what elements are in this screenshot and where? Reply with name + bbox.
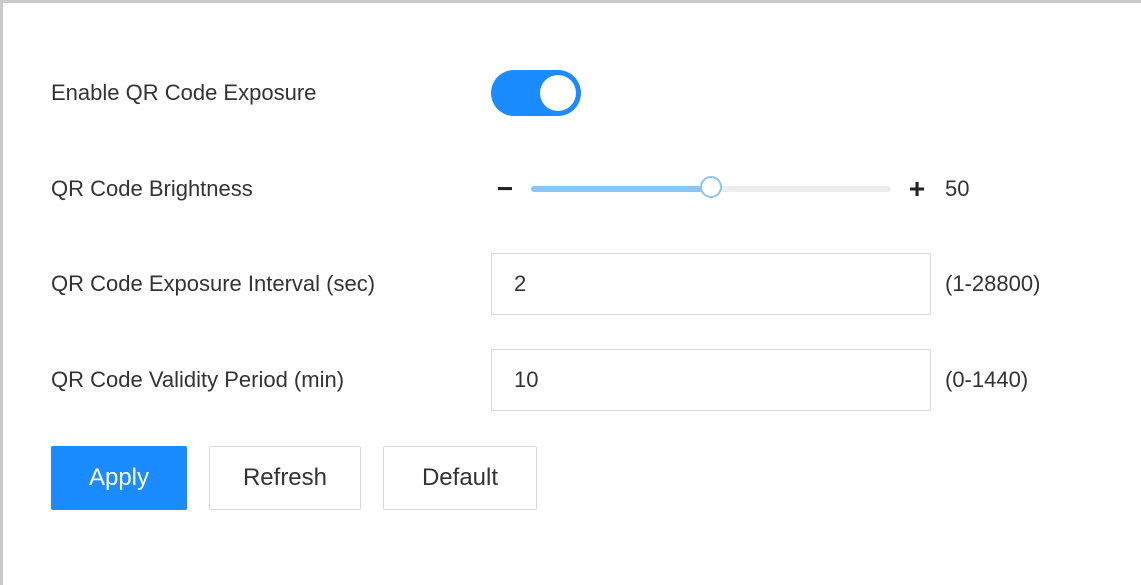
action-buttons: Apply Refresh Default bbox=[51, 446, 559, 510]
validity-period-input[interactable] bbox=[491, 349, 931, 411]
exposure-interval-label: QR Code Exposure Interval (sec) bbox=[51, 271, 376, 296]
default-button[interactable]: Default bbox=[383, 446, 537, 510]
brightness-slider: − + 50 bbox=[491, 175, 970, 203]
brightness-value: 50 bbox=[945, 176, 970, 201]
enable-exposure-label: Enable QR Code Exposure bbox=[51, 80, 317, 105]
brightness-fill bbox=[531, 186, 711, 192]
brightness-row: QR Code Brightness − + 50 bbox=[51, 171, 969, 207]
enable-exposure-row: Enable QR Code Exposure bbox=[51, 70, 581, 116]
exposure-interval-range: (1-28800) bbox=[945, 271, 1041, 296]
exposure-interval-row: QR Code Exposure Interval (sec) (1-28800… bbox=[51, 253, 1040, 315]
apply-button[interactable]: Apply bbox=[51, 446, 187, 510]
validity-period-range: (0-1440) bbox=[945, 367, 1029, 392]
brightness-thumb[interactable] bbox=[700, 176, 722, 198]
validity-period-label: QR Code Validity Period (min) bbox=[51, 367, 345, 392]
validity-period-row: QR Code Validity Period (min) (0-1440) bbox=[51, 349, 1028, 411]
brightness-track[interactable] bbox=[531, 176, 891, 198]
enable-exposure-toggle[interactable] bbox=[491, 70, 581, 116]
toggle-knob bbox=[540, 75, 576, 111]
brightness-increase-button[interactable]: + bbox=[903, 175, 931, 203]
refresh-button[interactable]: Refresh bbox=[209, 446, 361, 510]
settings-panel: Enable QR Code Exposure QR Code Brightne… bbox=[0, 0, 1141, 585]
brightness-label: QR Code Brightness bbox=[51, 176, 253, 201]
exposure-interval-input[interactable] bbox=[491, 253, 931, 315]
brightness-decrease-button[interactable]: − bbox=[491, 175, 519, 203]
